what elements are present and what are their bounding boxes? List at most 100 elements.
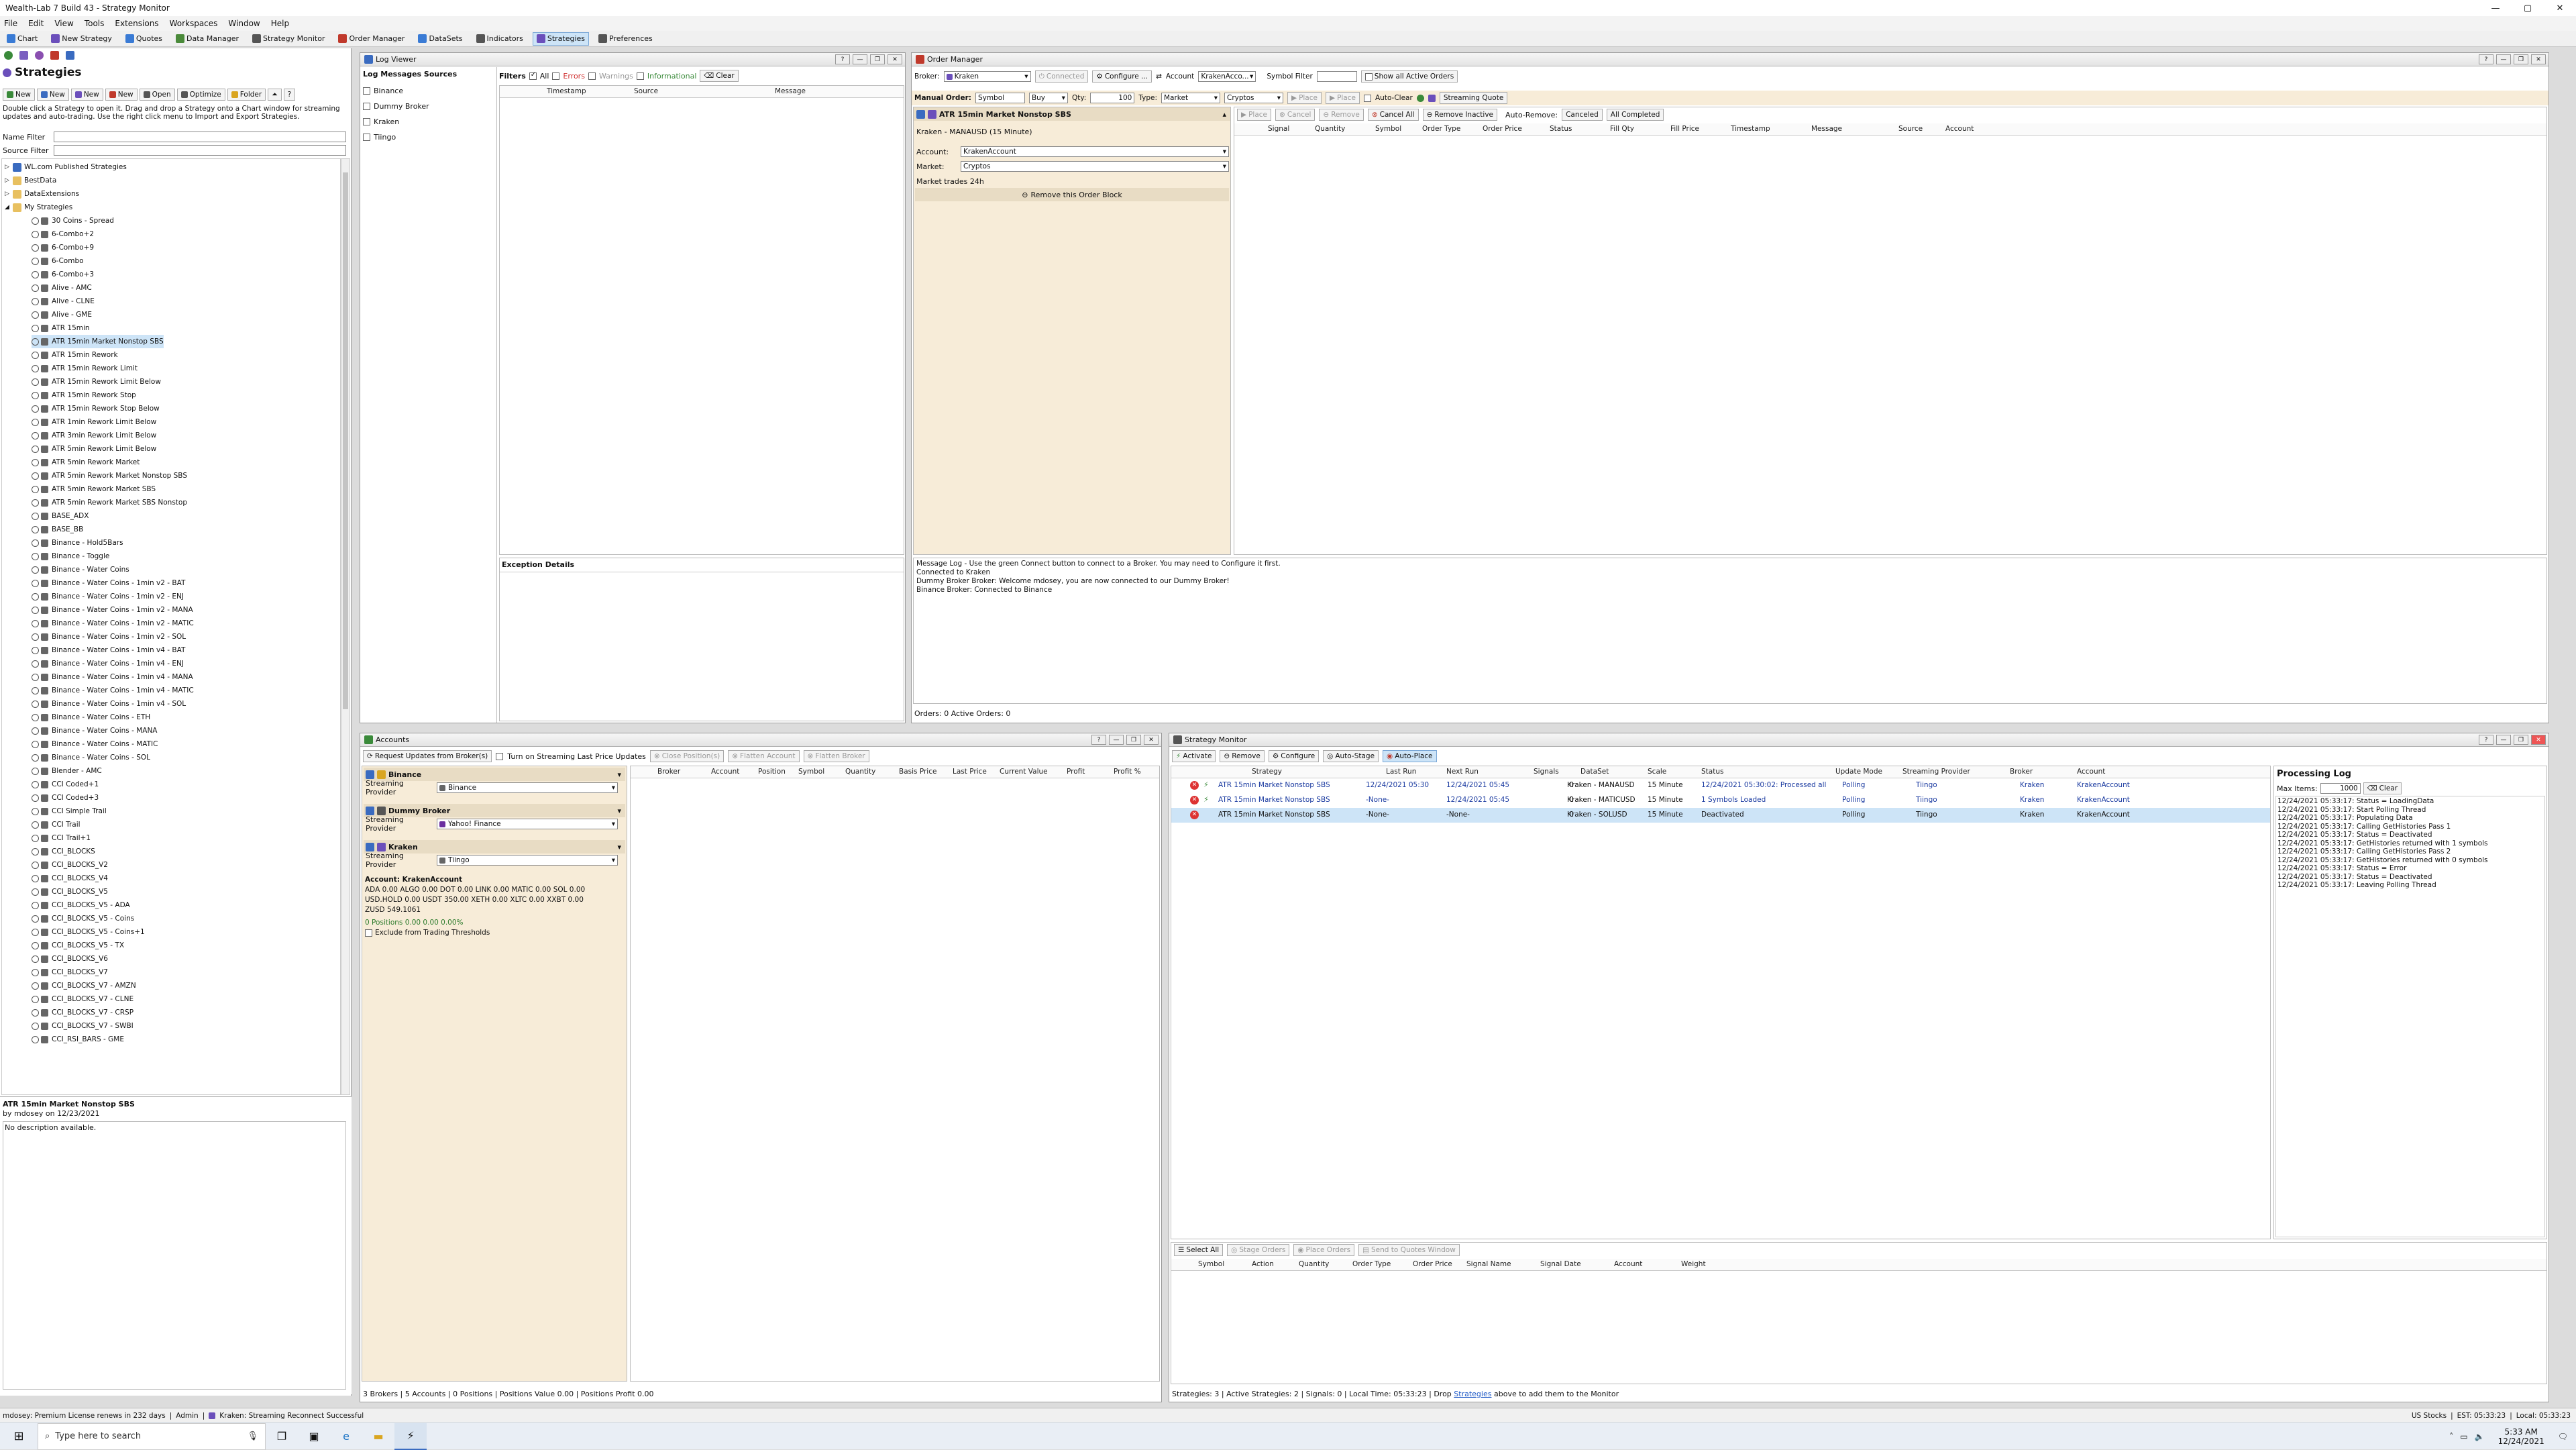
request-updates-button[interactable]: ⟳ Request Updates from Broker(s): [363, 750, 492, 762]
log-source-kraken[interactable]: Kraken: [363, 114, 429, 130]
order-block-market-select[interactable]: Cryptos ▾: [961, 161, 1229, 172]
tree-item-strategy[interactable]: ATR 15min Rework Limit: [32, 362, 138, 375]
col-last-price[interactable]: Last Price: [953, 768, 987, 776]
toolbar-datasets-button[interactable]: DataSets: [414, 32, 466, 46]
log-source-binance[interactable]: Binance: [363, 83, 429, 99]
place-button[interactable]: ▶ Place: [1237, 109, 1271, 121]
checkbox[interactable]: [363, 87, 370, 95]
help-icon[interactable]: ?: [2479, 735, 2493, 745]
col-fill-qty[interactable]: Fill Qty: [1610, 125, 1634, 133]
col-source[interactable]: Source: [634, 87, 658, 95]
strategies-new-button-3[interactable]: New: [105, 89, 138, 101]
col-dataset[interactable]: DataSet: [1580, 768, 1609, 776]
tree-item-strategy[interactable]: Binance - Toggle: [32, 550, 109, 563]
volume-icon[interactable]: 🔈: [2475, 1432, 2485, 1441]
tree-item-strategy[interactable]: Binance - Water Coins - 1min v2 - MANA: [32, 603, 193, 617]
tree-item-strategy[interactable]: CCI Simple Trail: [32, 805, 107, 818]
col-symbol[interactable]: Symbol: [798, 768, 824, 776]
minimize-icon[interactable]: —: [853, 54, 867, 64]
tree-item-strategy[interactable]: CCI Trail: [32, 818, 80, 831]
symbol-filter-input[interactable]: [1316, 71, 1357, 82]
source-filter-input[interactable]: [54, 145, 346, 156]
col-strategy[interactable]: Strategy: [1252, 768, 1282, 776]
col-last-run[interactable]: Last Run: [1386, 768, 1416, 776]
streaming-provider-select[interactable]: Yahoo! Finance ▾: [437, 819, 618, 829]
help-icon[interactable]: ?: [835, 54, 850, 64]
collapse-icon[interactable]: ▴: [1222, 110, 1226, 119]
strategies-new-button-0[interactable]: New: [3, 89, 35, 101]
tree-item-strategy[interactable]: ATR 15min Rework Stop: [32, 389, 136, 402]
help-icon[interactable]: [35, 51, 44, 60]
tree-item-strategy[interactable]: Binance - Water Coins - MATIC: [32, 737, 158, 751]
toolbar-chart-button[interactable]: Chart: [3, 32, 42, 46]
col-streaming-provider[interactable]: Streaming Provider: [1902, 768, 1970, 776]
select-all-button[interactable]: ☰ Select All: [1174, 1244, 1224, 1256]
tree-item-strategy[interactable]: CCI Trail+1: [32, 831, 91, 845]
menu-file[interactable]: File: [4, 19, 17, 28]
admin-label[interactable]: Admin: [176, 1412, 198, 1420]
col-order-price[interactable]: Order Price: [1413, 1260, 1452, 1268]
tree-item-strategy[interactable]: ATR 5min Rework Market: [32, 456, 140, 469]
col-symbol[interactable]: Symbol: [1198, 1260, 1224, 1268]
tree-item-strategy[interactable]: Blender - AMC: [32, 764, 102, 778]
tree-item-strategy[interactable]: CCI_BLOCKS_V5 - TX: [32, 939, 124, 952]
configure-button[interactable]: ⚙ Configure: [1268, 750, 1320, 762]
account-select[interactable]: KrakenAcco... ▾: [1198, 71, 1256, 82]
strategy-icon[interactable]: [50, 51, 59, 60]
strategies-new-button-2[interactable]: New: [70, 89, 103, 101]
tree-item-strategy[interactable]: Alive - AMC: [32, 281, 92, 295]
globe-icon[interactable]: [4, 51, 13, 60]
building-icon[interactable]: [66, 51, 74, 60]
processing-clear-button[interactable]: ⌫ Clear: [2363, 782, 2402, 794]
side-select[interactable]: Buy ▾: [1028, 93, 1068, 103]
close-icon[interactable]: ✕: [888, 54, 902, 64]
taskbar-search[interactable]: ⌕ Type here to search 🎙: [38, 1422, 266, 1450]
minimize-icon[interactable]: —: [2496, 54, 2511, 64]
checkbox[interactable]: [363, 103, 370, 110]
col-update-mode[interactable]: Update Mode: [1835, 768, 1882, 776]
order-block-account-select[interactable]: KrakenAccount ▾: [961, 146, 1229, 157]
menu-extensions[interactable]: Extensions: [115, 19, 158, 28]
tree-item-strategy[interactable]: Alive - CLNE: [32, 295, 95, 308]
tree-item-strategy[interactable]: CCI_BLOCKS_V5 - Coins+1: [32, 925, 145, 939]
tree-item-strategy[interactable]: CCI Coded+3: [32, 791, 99, 805]
col-signal-date[interactable]: Signal Date: [1540, 1260, 1581, 1268]
remove-button[interactable]: ⊖ Remove: [1319, 109, 1364, 121]
tree-item-strategy[interactable]: ATR 1min Rework Limit Below: [32, 415, 156, 429]
flatten-broker-button[interactable]: ⊗ Flatten Broker: [803, 750, 869, 762]
col-status[interactable]: Status: [1550, 125, 1572, 133]
tree-item-strategy[interactable]: Binance - Water Coins - 1min v2 - BAT: [32, 576, 185, 590]
restore-icon[interactable]: ❐: [2514, 735, 2528, 745]
chevron-down-icon[interactable]: ◢: [5, 204, 13, 211]
toolbar-quotes-button[interactable]: Quotes: [121, 32, 166, 46]
tree-item-strategy[interactable]: BASE_BB: [32, 523, 83, 536]
tree-item-strategy[interactable]: CCI Coded+1: [32, 778, 99, 791]
col-next-run[interactable]: Next Run: [1446, 768, 1479, 776]
remove-order-block-button[interactable]: ⊖ Remove this Order Block: [915, 188, 1229, 201]
wealth-lab-taskbar-icon[interactable]: ⚡: [394, 1422, 427, 1450]
col-fill-price[interactable]: Fill Price: [1670, 125, 1699, 133]
place-manual-button[interactable]: ▶ Place: [1287, 92, 1322, 104]
streaming-provider-select[interactable]: Tiingo ▾: [437, 855, 618, 866]
restore-icon[interactable]: ❐: [1126, 735, 1141, 745]
tree-item-strategy[interactable]: Binance - Water Coins - 1min v2 - MATIC: [32, 617, 194, 630]
tree-item-strategy[interactable]: ATR 5min Rework Market SBS: [32, 482, 156, 496]
tree-item-strategy[interactable]: ATR 15min Rework Limit Below: [32, 375, 161, 389]
tree-item-strategy[interactable]: ATR 5min Rework Limit Below: [32, 442, 156, 456]
tree-item-strategy[interactable]: ATR 15min Market Nonstop SBS: [32, 335, 164, 348]
col-quantity[interactable]: Quantity: [845, 768, 875, 776]
help-icon[interactable]: ?: [283, 89, 296, 101]
filter-warnings-checkbox[interactable]: [588, 72, 596, 80]
toolbar-preferences-button[interactable]: Preferences: [594, 32, 657, 46]
streaming-last-price-checkbox[interactable]: [496, 752, 504, 760]
chevron-up-icon[interactable]: ˄: [2449, 1432, 2453, 1441]
toolbar-indicators-button[interactable]: Indicators: [472, 32, 527, 46]
col-source[interactable]: Source: [1898, 125, 1923, 133]
auto-place-button[interactable]: ◉ Auto-Place: [1383, 750, 1437, 762]
configure-button[interactable]: ⚙ Configure ...: [1092, 70, 1152, 83]
task-view-icon[interactable]: ❐: [266, 1430, 298, 1443]
tree-item-strategy[interactable]: ATR 15min: [32, 321, 90, 335]
stop-icon[interactable]: ✕: [1190, 781, 1199, 790]
max-items-input[interactable]: 1000: [2320, 783, 2361, 794]
tree-folder[interactable]: ◢ My Strategies: [5, 201, 72, 214]
